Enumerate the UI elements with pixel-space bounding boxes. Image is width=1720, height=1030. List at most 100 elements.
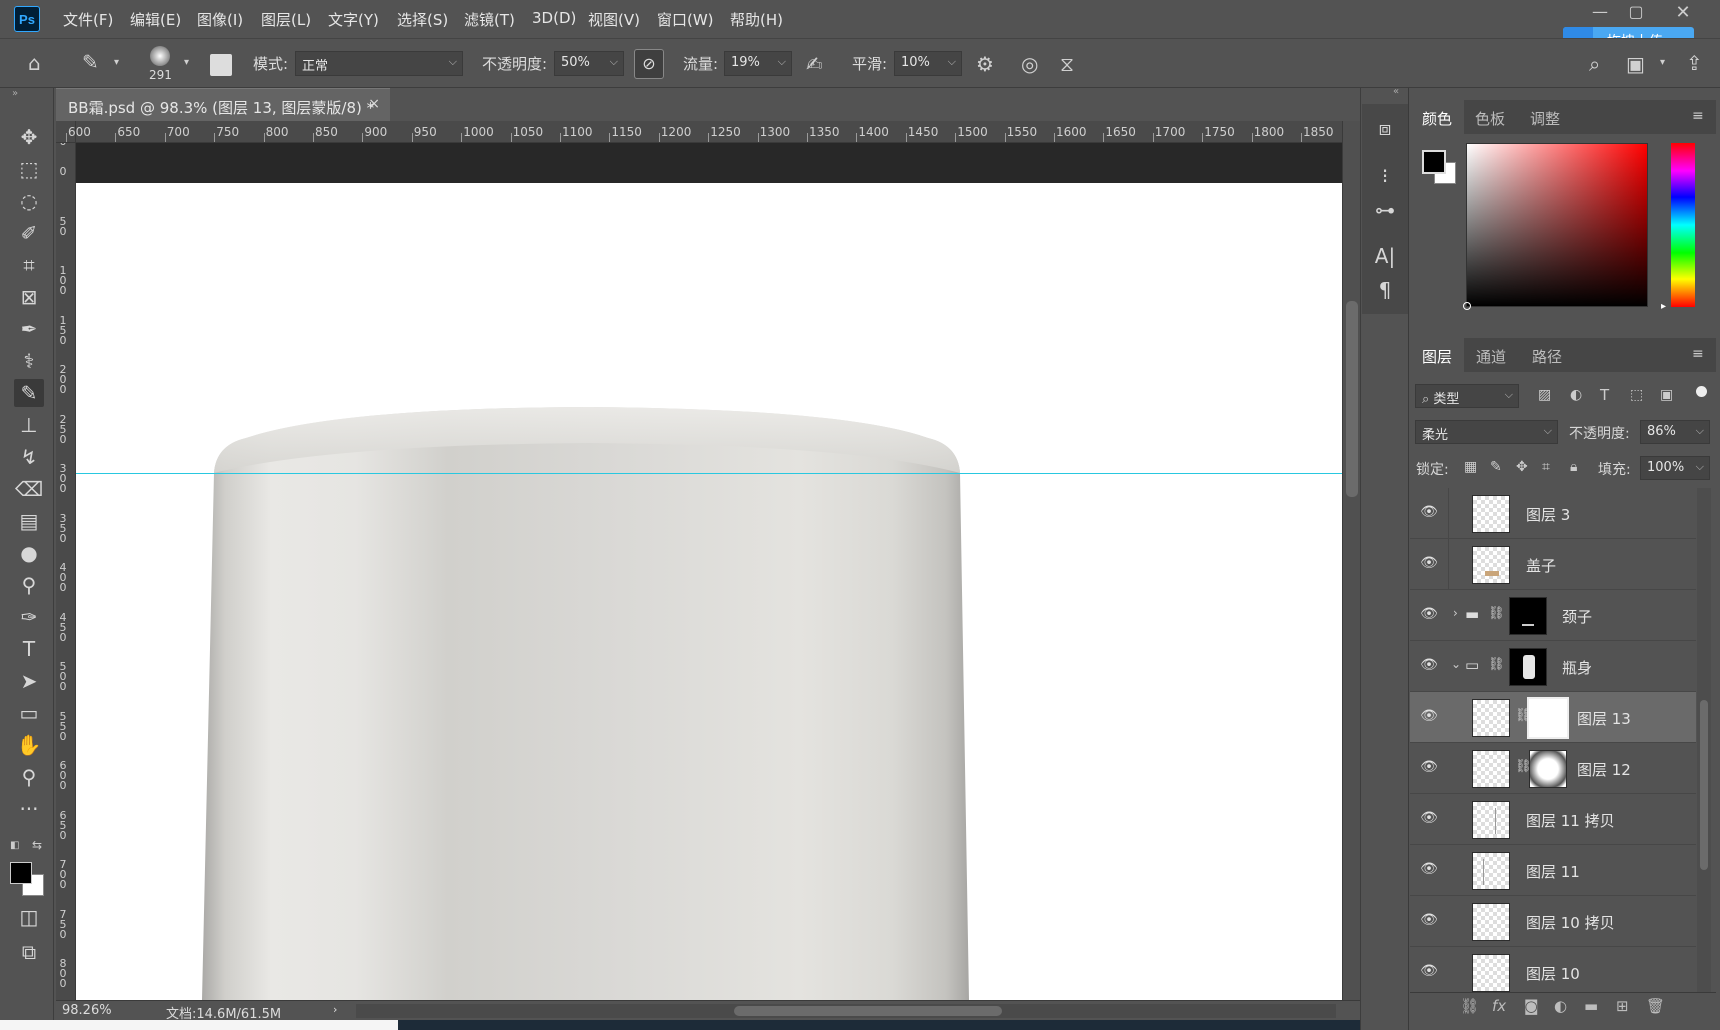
character-icon[interactable]: A|: [1372, 244, 1398, 270]
document-tab[interactable]: BB霜.psd @ 98.3% (图层 13, 图层蒙版/8) * ×: [56, 88, 390, 121]
fill-input[interactable]: 100% ⌵: [1640, 456, 1710, 480]
layer-row-selected[interactable]: 👁︎ ⛓︎ 图层 13: [1410, 692, 1696, 743]
quick-mask-icon[interactable]: ◫: [14, 903, 44, 931]
foreground-color-swatch[interactable]: [1422, 150, 1446, 174]
layer-opacity-input[interactable]: 86% ⌵: [1640, 420, 1710, 444]
menu-window[interactable]: 窗口(W): [657, 9, 714, 30]
document-canvas[interactable]: [76, 183, 1342, 1000]
fg-bg-swatch[interactable]: [1422, 150, 1464, 192]
brush-tool-icon[interactable]: ✎: [14, 379, 44, 407]
canvas-area[interactable]: [76, 143, 1342, 1000]
layer-name[interactable]: 颈子: [1562, 606, 1592, 627]
layer-thumbnail[interactable]: [1472, 801, 1510, 839]
image-filter-icon[interactable]: ▨: [1538, 387, 1551, 403]
paragraph-icon[interactable]: ¶: [1372, 278, 1398, 304]
screen-mode-icon[interactable]: ⧉: [14, 938, 44, 966]
pressure-opacity-icon[interactable]: ⊘: [634, 49, 664, 79]
link-icon[interactable]: ⛓︎: [1488, 606, 1505, 621]
home-icon[interactable]: ⌂: [28, 53, 41, 73]
chevron-right-icon[interactable]: ›: [333, 1003, 337, 1016]
menu-image[interactable]: 图像(I): [197, 9, 243, 30]
layer-thumbnail[interactable]: [1472, 699, 1510, 737]
search-icon[interactable]: ⌕: [1589, 54, 1600, 74]
menu-help[interactable]: 帮助(H): [730, 9, 783, 30]
layer-thumbnail[interactable]: [1472, 954, 1510, 992]
adjustment-filter-icon[interactable]: ◐: [1570, 387, 1582, 403]
scroll-thumb[interactable]: [1700, 700, 1708, 870]
zoom-level[interactable]: 98.26%: [62, 1003, 112, 1018]
layer-thumbnail[interactable]: [1472, 852, 1510, 890]
tab-adjustments[interactable]: 调整: [1530, 108, 1560, 129]
menu-layer[interactable]: 图层(L): [261, 9, 311, 30]
color-picker-field[interactable]: [1463, 143, 1648, 310]
gear-icon[interactable]: ⚙: [976, 54, 994, 74]
lasso-tool-icon[interactable]: ◌: [14, 187, 44, 215]
more-tools-icon[interactable]: ···: [14, 795, 44, 823]
swap-colors-icon[interactable]: ⇆: [32, 838, 42, 852]
menu-view[interactable]: 视图(V): [588, 9, 640, 30]
flow-input[interactable]: 19% ⌵: [724, 51, 792, 76]
type-tool-icon[interactable]: T: [14, 635, 44, 663]
quick-select-tool-icon[interactable]: ✐: [14, 219, 44, 247]
layer-thumbnail[interactable]: [1472, 495, 1510, 533]
tab-layers[interactable]: 图层: [1422, 346, 1452, 367]
close-window-icon[interactable]: ✕: [1668, 2, 1698, 26]
link-icon[interactable]: ⛓︎: [1488, 657, 1505, 672]
tab-channels[interactable]: 通道: [1476, 346, 1506, 367]
properties-icon[interactable]: ⊶: [1372, 198, 1398, 224]
brush-settings-icon[interactable]: [210, 54, 232, 76]
shape-tool-icon[interactable]: ▭: [14, 699, 44, 727]
visibility-eye-icon[interactable]: 👁︎: [1420, 810, 1438, 826]
shape-filter-icon[interactable]: ⬚: [1630, 387, 1643, 403]
layer-name[interactable]: 图层 10 拷贝: [1526, 912, 1615, 933]
layer-name[interactable]: 图层 11 拷贝: [1526, 810, 1615, 831]
pen-tool-icon[interactable]: ✑: [14, 603, 44, 631]
mask-thumbnail[interactable]: [1529, 750, 1567, 788]
hand-tool-icon[interactable]: ✋: [14, 731, 44, 759]
airbrush-icon[interactable]: ✍: [806, 54, 823, 74]
eraser-tool-icon[interactable]: ⌫: [14, 475, 44, 503]
new-layer-icon[interactable]: ⊞: [1616, 997, 1629, 1015]
lock-all-icon[interactable]: 🔒︎: [1570, 459, 1577, 475]
maximize-icon[interactable]: ▢: [1621, 2, 1651, 26]
layer-name[interactable]: 图层 3: [1526, 504, 1570, 525]
visibility-eye-icon[interactable]: 👁︎: [1420, 504, 1438, 520]
collapse-icon[interactable]: »: [12, 88, 18, 99]
gradient-tool-icon[interactable]: ▤: [14, 507, 44, 535]
workspace-icon[interactable]: ▣: [1626, 54, 1645, 74]
menu-type[interactable]: 文字(Y): [328, 9, 379, 30]
layer-row[interactable]: 👁︎ ⛓︎ 图层 12: [1410, 743, 1696, 794]
panel-menu-icon[interactable]: ≡: [1692, 108, 1704, 124]
layer-row[interactable]: 👁︎ 图层 11: [1410, 845, 1696, 896]
visibility-eye-icon[interactable]: 👁︎: [1420, 861, 1438, 877]
fx-icon[interactable]: fx: [1492, 997, 1506, 1015]
chevron-right-icon[interactable]: ›: [1453, 606, 1458, 620]
path-select-tool-icon[interactable]: ➤: [14, 667, 44, 695]
visibility-eye-icon[interactable]: 👁︎: [1420, 759, 1438, 775]
visibility-eye-icon[interactable]: 👁︎: [1420, 708, 1438, 724]
smart-object-filter-icon[interactable]: ▣: [1660, 387, 1673, 403]
layer-name[interactable]: 图层 10: [1526, 963, 1580, 984]
mask-thumbnail[interactable]: [1527, 697, 1569, 739]
layer-thumbnail[interactable]: [1472, 546, 1510, 584]
filter-toggle[interactable]: [1696, 386, 1707, 397]
brush-tip-icon[interactable]: [150, 46, 170, 66]
smoothing-input[interactable]: 10% ⌵: [894, 51, 962, 76]
layer-row[interactable]: 👁︎ 图层 10: [1410, 947, 1696, 992]
layer-row[interactable]: 👁︎ 盖子: [1410, 539, 1696, 590]
frame-tool-icon[interactable]: ⊠: [14, 283, 44, 311]
delete-layer-icon[interactable]: 🗑︎: [1646, 997, 1665, 1015]
panel-menu-icon[interactable]: ≡: [1692, 346, 1704, 362]
tab-paths[interactable]: 路径: [1532, 346, 1562, 367]
menu-file[interactable]: 文件(F): [63, 9, 113, 30]
add-mask-icon[interactable]: ◙: [1524, 997, 1539, 1015]
layer-name[interactable]: 瓶身: [1562, 657, 1592, 678]
lock-artboard-icon[interactable]: ⌗: [1542, 459, 1550, 475]
blur-tool-icon[interactable]: ●: [14, 539, 44, 567]
lock-position-icon[interactable]: ✥: [1516, 459, 1528, 475]
chevron-down-icon[interactable]: ▾: [1660, 58, 1665, 68]
layer-name[interactable]: 图层 13: [1577, 708, 1631, 729]
visibility-eye-icon[interactable]: 👁︎: [1420, 555, 1438, 571]
dodge-tool-icon[interactable]: ⚲: [14, 571, 44, 599]
history-brush-tool-icon[interactable]: ↯: [14, 443, 44, 471]
